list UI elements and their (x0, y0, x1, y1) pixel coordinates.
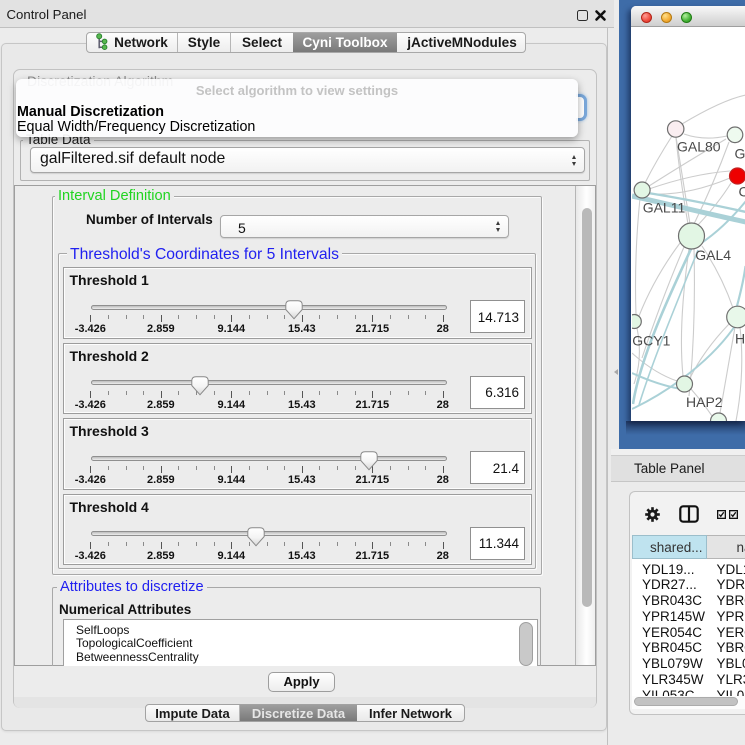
svg-text:HAP2: HAP2 (686, 394, 723, 410)
svg-text:C: C (738, 184, 745, 200)
svg-text:GCY1: GCY1 (632, 333, 670, 349)
svg-text:H: H (735, 330, 745, 346)
svg-text:GAL4: GAL4 (695, 247, 731, 263)
svg-text:GAL11: GAL11 (642, 200, 685, 216)
svg-text:GA: GA (734, 146, 745, 162)
svg-text:GAL80: GAL80 (677, 139, 721, 155)
